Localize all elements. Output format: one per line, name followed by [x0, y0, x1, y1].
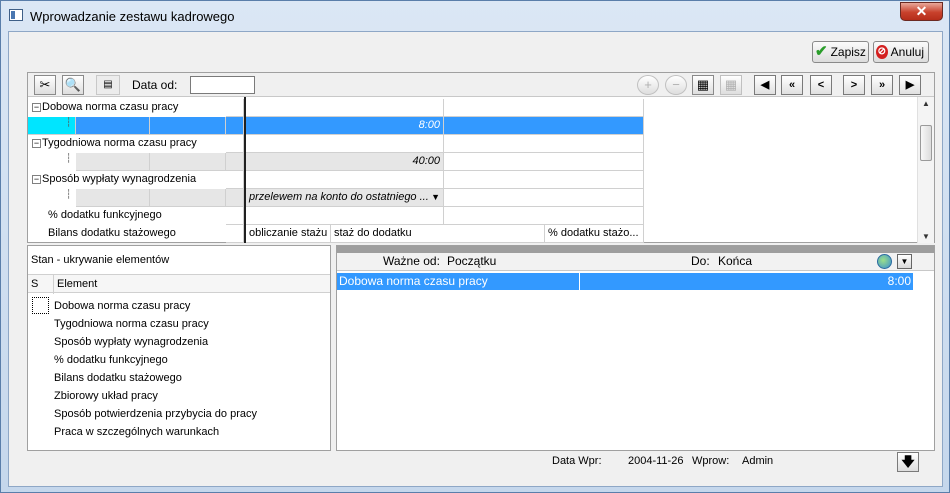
- remove-icon[interactable]: −: [665, 75, 687, 95]
- grid-row[interactable]: przelewem na konto do ostatniego ... ▼ ┆: [28, 189, 916, 207]
- panel-title: Stan - ukrywanie elementów: [31, 254, 170, 266]
- entered-by-label: Wprow:: [692, 455, 730, 467]
- entered-by-value: Admin: [742, 455, 774, 467]
- valid-to-value[interactable]: Końca: [718, 253, 752, 270]
- splitter-line[interactable]: [244, 97, 246, 243]
- history-row-selected[interactable]: Dobowa norma czasu pracy 8:00: [337, 273, 913, 290]
- grid-row[interactable]: Bilans dodatku stażowego obliczanie staż…: [28, 225, 916, 243]
- list-item[interactable]: Sposób potwierdzenia przybycia do pracy: [54, 408, 257, 420]
- column-header[interactable]: staż do dodatku: [331, 225, 545, 243]
- nav-first-button[interactable]: ◀: [754, 75, 776, 95]
- history-header: Ważne od: Początku Do: Końca ▼: [337, 253, 934, 271]
- cancel-icon: ⊘: [876, 45, 888, 59]
- node-label: % dodatku funkcyjnego: [48, 209, 162, 221]
- close-button[interactable]: ✕: [900, 2, 943, 21]
- column-header-element[interactable]: Element: [53, 275, 97, 294]
- globe-icon[interactable]: [877, 254, 892, 269]
- scroll-down-icon[interactable]: ▼: [921, 232, 931, 241]
- column-header[interactable]: % dodatku stażo...: [545, 225, 644, 243]
- attributes-toolbar: ✂ 🔍 ▤ Data od: + − ▦ ▦ ◀ « < > » ▶: [28, 73, 934, 97]
- list-item[interactable]: % dodatku funkcyjnego: [54, 354, 168, 366]
- grid-row[interactable]: 40:00 ┆: [28, 153, 916, 171]
- client-area: ✔ Zapisz ⊘ Anuluj ✂ 🔍 ▤ Data od: + − ▦ ▦…: [8, 31, 943, 487]
- cancel-label: Anuluj: [890, 45, 924, 59]
- window-title: Wprowadzanie zestawu kadrowego: [30, 9, 235, 24]
- add-icon[interactable]: +: [637, 75, 659, 95]
- history-row-value: 8:00: [887, 274, 911, 288]
- dropdown-arrow-icon[interactable]: ▼: [431, 189, 440, 206]
- list-item[interactable]: Dobowa norma czasu pracy: [54, 300, 190, 312]
- tools-icon[interactable]: ✂: [34, 75, 56, 95]
- list-item[interactable]: Tygodniowa norma czasu pracy: [54, 318, 209, 330]
- valid-to-label: Do:: [691, 254, 710, 268]
- history-header-strip: [337, 246, 934, 253]
- add-row-icon[interactable]: ▦: [692, 75, 714, 95]
- scroll-thumb[interactable]: [920, 125, 932, 161]
- element-visibility-panel: Stan - ukrywanie elementów S Element Dob…: [27, 245, 331, 451]
- main-window: Wprowadzanie zestawu kadrowego ✕ ✔ Zapis…: [0, 0, 950, 493]
- valid-from-label: Ważne od:: [383, 254, 440, 268]
- grid-row[interactable]: % dodatku funkcyjnego: [28, 207, 916, 225]
- list-item[interactable]: Zbiorowy układ pracy: [54, 390, 158, 402]
- entry-date-value: 2004-11-26: [628, 455, 684, 467]
- card-icon[interactable]: ▤: [96, 75, 120, 95]
- column-header[interactable]: obliczanie stażu: [246, 225, 331, 243]
- entry-date-label: Data Wpr:: [552, 455, 602, 467]
- save-button[interactable]: ✔ Zapisz: [812, 41, 869, 63]
- title-bar[interactable]: Wprowadzanie zestawu kadrowego ✕: [1, 1, 949, 31]
- collapse-icon[interactable]: −: [32, 174, 41, 184]
- list-item[interactable]: Bilans dodatku stażowego: [54, 372, 182, 384]
- nav-next-button[interactable]: >: [843, 75, 865, 95]
- list-item[interactable]: Sposób wypłaty wynagrodzenia: [54, 336, 208, 348]
- attributes-panel: ✂ 🔍 ▤ Data od: + − ▦ ▦ ◀ « < > » ▶ − Dob…: [27, 72, 935, 243]
- delete-row-icon[interactable]: ▦: [720, 75, 742, 95]
- nav-prev-many-button[interactable]: «: [781, 75, 803, 95]
- value-cell[interactable]: 8:00: [246, 117, 444, 135]
- column-header-s[interactable]: S: [31, 278, 38, 290]
- nav-next-many-button[interactable]: »: [871, 75, 893, 95]
- list-header: S Element: [28, 274, 330, 294]
- grid-row[interactable]: − Tygodniowa norma czasu pracy: [28, 135, 916, 153]
- history-row-name: Dobowa norma czasu pracy: [339, 274, 488, 288]
- scroll-up-icon[interactable]: ▲: [921, 99, 931, 108]
- grid-row[interactable]: − Sposób wypłaty wynagrodzenia: [28, 171, 916, 189]
- payment-method-select[interactable]: przelewem na konto do ostatniego ... ▼: [246, 189, 444, 207]
- tree-node[interactable]: − Sposób wypłaty wynagrodzenia: [32, 171, 196, 188]
- date-from-input[interactable]: [190, 76, 255, 94]
- arrow-down-icon[interactable]: 🡇: [897, 452, 919, 472]
- collapse-icon[interactable]: −: [32, 138, 41, 148]
- list-item[interactable]: Praca w szczególnych warunkach: [54, 426, 219, 438]
- history-panel: Ważne od: Początku Do: Końca ▼ Dobowa no…: [336, 245, 935, 451]
- tree-node[interactable]: − Tygodniowa norma czasu pracy: [32, 135, 197, 152]
- value-cell[interactable]: 40:00: [246, 153, 444, 171]
- search-icon[interactable]: 🔍: [62, 75, 84, 95]
- node-label: Bilans dodatku stażowego: [48, 227, 176, 239]
- cancel-button[interactable]: ⊘ Anuluj: [873, 41, 929, 63]
- select-value: przelewem na konto do ostatniego ...: [249, 191, 429, 203]
- nav-prev-button[interactable]: <: [810, 75, 832, 95]
- dropdown-icon[interactable]: ▼: [897, 254, 912, 269]
- grid-row[interactable]: − Dobowa norma czasu pracy: [28, 99, 916, 117]
- node-label: Tygodniowa norma czasu pracy: [42, 137, 197, 149]
- valid-from-value[interactable]: Początku: [447, 253, 496, 270]
- app-icon: [9, 9, 23, 21]
- attributes-grid: − Dobowa norma czasu pracy 8:00 ┆ − Tygo…: [28, 97, 916, 243]
- date-from-label: Data od:: [132, 78, 178, 92]
- nav-last-button[interactable]: ▶: [899, 75, 921, 95]
- check-icon: ✔: [815, 43, 828, 60]
- status-checkbox[interactable]: [32, 297, 49, 314]
- save-label: Zapisz: [830, 45, 866, 59]
- grid-row-selected[interactable]: 8:00 ┆: [28, 117, 916, 135]
- vertical-scrollbar[interactable]: ▲ ▼: [917, 97, 934, 243]
- node-label: Sposób wypłaty wynagrodzenia: [42, 173, 197, 185]
